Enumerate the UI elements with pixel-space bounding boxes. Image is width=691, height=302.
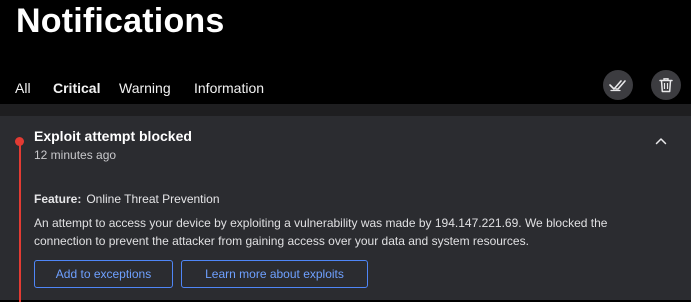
- notification-time: 12 minutes ago: [34, 148, 117, 162]
- page-title: Notifications: [16, 2, 225, 40]
- delete-button[interactable]: [651, 70, 681, 100]
- severity-line: [19, 142, 21, 302]
- feature-value: Online Threat Prevention: [86, 192, 220, 206]
- tab-all[interactable]: All: [15, 80, 31, 96]
- add-to-exceptions-button[interactable]: Add to exceptions: [34, 260, 173, 288]
- tab-warning[interactable]: Warning: [119, 80, 171, 96]
- severity-dot: [15, 137, 24, 146]
- double-check-icon: [609, 78, 627, 92]
- notification-card[interactable]: Exploit attempt blocked 12 minutes ago F…: [0, 116, 691, 302]
- header: Notifications All Critical Warning Infor…: [0, 0, 691, 107]
- feature-row: Feature: Online Threat Prevention: [34, 192, 220, 206]
- trash-icon: [659, 77, 673, 93]
- notification-title: Exploit attempt blocked: [34, 128, 192, 144]
- tab-critical[interactable]: Critical: [53, 80, 101, 107]
- chevron-up-icon: [655, 132, 667, 150]
- feature-label: Feature:: [34, 192, 82, 206]
- tab-critical-label: Critical: [53, 80, 101, 96]
- learn-more-button[interactable]: Learn more about exploits: [181, 260, 368, 288]
- collapse-button[interactable]: [652, 132, 670, 150]
- mark-all-read-button[interactable]: [603, 70, 633, 100]
- notification-list: Exploit attempt blocked 12 minutes ago F…: [0, 104, 691, 302]
- notification-description: An attempt to access your device by expl…: [34, 216, 608, 248]
- tab-information[interactable]: Information: [194, 80, 264, 96]
